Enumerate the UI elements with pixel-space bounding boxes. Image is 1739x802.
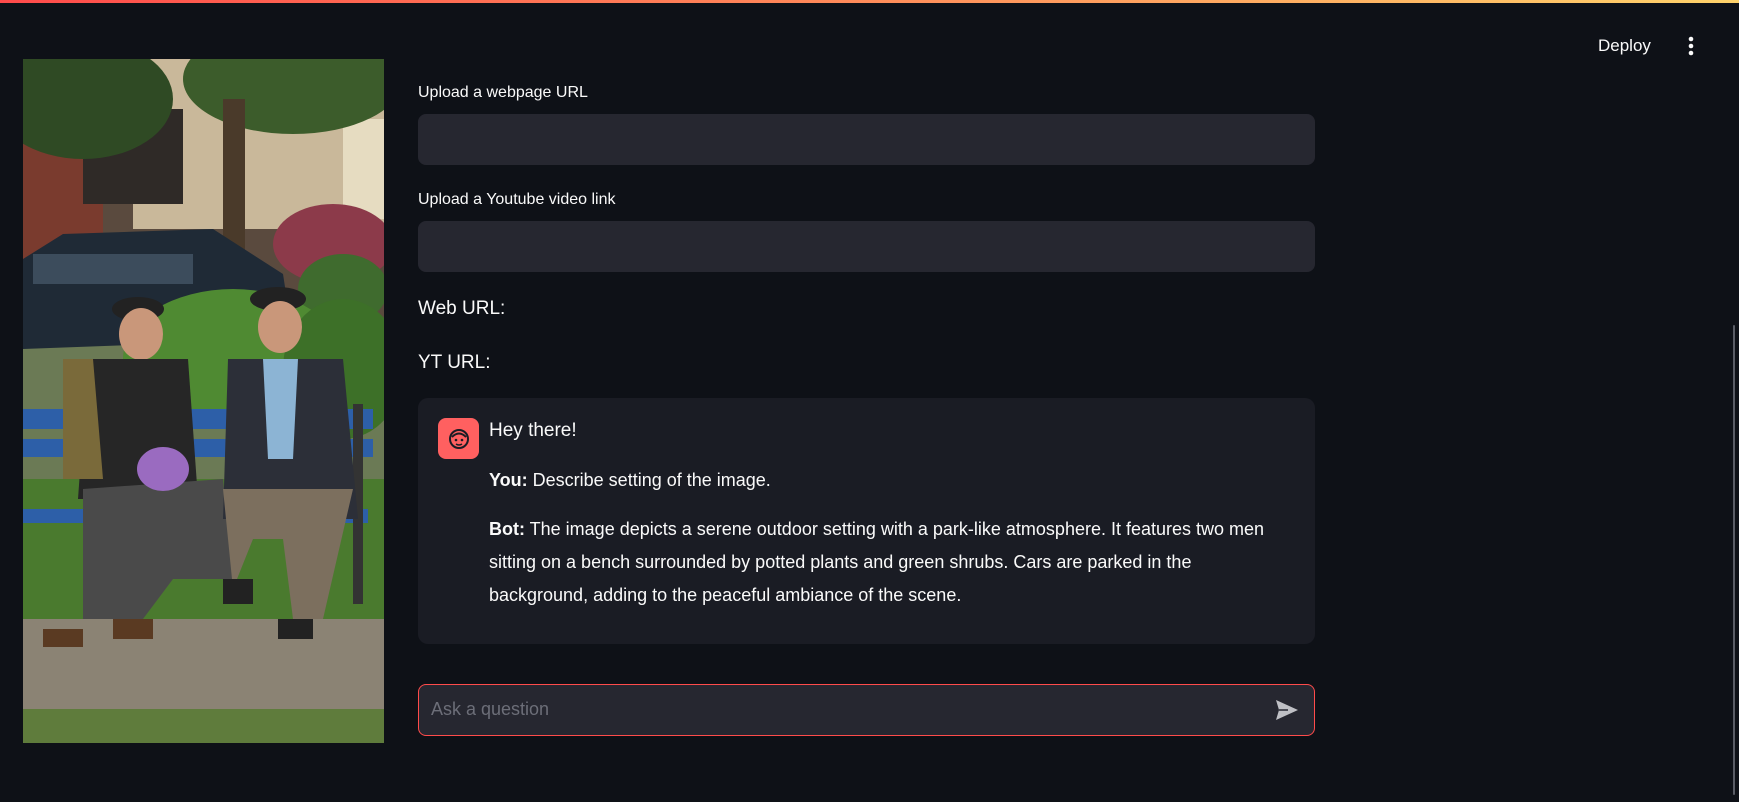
webpage-url-label: Upload a webpage URL xyxy=(418,84,588,101)
chat-content: Hey there! You: Describe setting of the … xyxy=(489,420,1289,628)
message-text: The image depicts a serene outdoor setti… xyxy=(489,519,1265,605)
kebab-menu-icon[interactable] xyxy=(1681,34,1701,58)
youtube-link-input[interactable] xyxy=(418,221,1315,272)
youtube-link-label: Upload a Youtube video link xyxy=(418,191,616,208)
webpage-url-input[interactable] xyxy=(418,114,1315,165)
speaker-label: You: xyxy=(489,470,528,490)
message-text: Describe setting of the image. xyxy=(527,470,771,490)
speaker-label: Bot: xyxy=(489,519,525,539)
send-icon[interactable] xyxy=(1274,697,1300,723)
page-scrollbar[interactable] xyxy=(1733,325,1735,795)
chat-message-user: You: Describe setting of the image. xyxy=(489,464,1289,497)
ask-question-input[interactable] xyxy=(419,685,1259,734)
chat-input-container xyxy=(418,684,1315,736)
web-url-text: Web URL: xyxy=(418,298,506,319)
top-decoration-bar xyxy=(0,0,1739,3)
chat-message-card: Hey there! You: Describe setting of the … xyxy=(418,398,1315,644)
deploy-button[interactable]: Deploy xyxy=(1590,30,1659,62)
yt-url-text: YT URL: xyxy=(418,352,491,373)
chat-message-bot: Bot: The image depicts a serene outdoor … xyxy=(489,513,1289,612)
chat-greeting: Hey there! xyxy=(489,420,577,441)
uploaded-image xyxy=(23,59,384,743)
bot-face-icon xyxy=(438,418,479,459)
